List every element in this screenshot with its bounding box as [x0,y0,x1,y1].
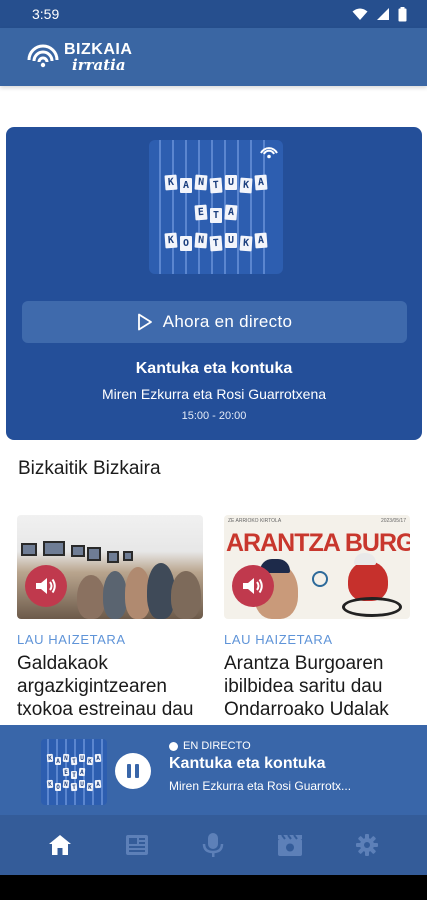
agenda-icon [278,834,303,856]
status-bar: 3:59 [0,0,427,28]
live-now-label: Ahora en directo [162,312,293,331]
news-card[interactable]: LAU HAIZETARA Galdakaok argazkigintzeare… [17,515,203,725]
cover-letter-tile: A [224,204,238,221]
cover-letter-tile: T [70,756,78,766]
nav-agenda[interactable] [268,823,312,867]
cover-letter-tile: A [94,779,102,789]
mini-player-hosts: Miren Ezkurra eta Rosi Guarrotx... [169,779,352,793]
play-icon [137,313,152,331]
cover-letter-tile: K [164,174,178,191]
bizkaia-irratia-logo[interactable]: BIZKAIA irratia [26,41,132,74]
news-category: LAU HAIZETARA [17,632,126,647]
thumbnail-kicker: ZE ARRIOKO KIRTOLA [228,518,282,524]
cover-letter-tile: O [180,236,192,251]
cover-letter-tile: A [78,767,86,777]
live-show-cover: KANTUKAETAKONTUKA [149,140,283,274]
cover-letter-tile: T [71,771,77,779]
cover-letter-tile: K [86,756,94,766]
cover-letter-tile: N [194,232,208,249]
cover-letter-tile: K [164,232,178,249]
section-title: Bizkaitik Bizkaira [18,458,161,479]
app-header: BIZKAIA irratia [0,28,427,86]
cover-letter-tile: O [55,783,61,791]
live-dot-icon [169,741,178,751]
speaker-icon [36,578,56,594]
cover-letter-tile: A [254,232,268,249]
live-show-card: KANTUKAETAKONTUKA Ahora en directo Kantu… [6,127,422,440]
microphone-icon [203,833,224,857]
cover-letter-tile: K [46,753,54,763]
speaker-icon [243,578,263,594]
radio-waves-icon [27,44,59,68]
news-title[interactable]: Arantza Burgoaren ibilbidea saritu dau O… [224,652,410,721]
cover-letter-tile: K [86,782,94,792]
cover-letter-tile: T [209,235,223,252]
logo-wordmark-bottom: irratia [72,55,126,74]
cover-letter-tile: A [180,178,192,193]
mini-player-title: Kantuka eta kontuka [169,755,326,772]
signal-icon [377,8,389,20]
status-icons [352,6,407,22]
cover-letter-tile: A [55,757,61,765]
cover-letter-tiles: KANTUKAETAKONTUKA [157,174,275,256]
thumbnail-date: 2023/05/17 [380,518,406,524]
pause-button[interactable] [115,753,151,789]
news-icon [125,835,148,855]
settings-icon [355,834,378,856]
system-gesture-bar [0,875,427,900]
live-now-button[interactable]: Ahora en directo [22,301,407,343]
cover-letter-tile: K [46,779,54,789]
thumbnail-headline: ARANTZA BURGOA [226,529,410,557]
cover-letter-tile: U [225,233,237,248]
news-thumbnail: ZE ARRIOKO KIRTOLA 2023/05/17 ARANTZA BU… [224,515,410,619]
app-screen: 3:59 BIZKAIA irratia K A N T U K A E T A… [0,0,427,900]
mini-player[interactable]: KANTUKAETAKONTUKA EN DIRECTO Kantuka eta… [0,725,427,815]
live-show-hosts: Miren Ezkurra eta Rosi Guarrotxena [101,386,327,402]
nav-news[interactable] [115,823,159,867]
news-category: LAU HAIZETARA [224,632,333,647]
cover-letter-tile: U [79,754,85,762]
audio-badge[interactable] [25,565,67,607]
cover-letter-tile: U [225,175,237,190]
news-title[interactable]: Galdakaok argazkigintzearen txokoa estre… [17,652,203,721]
pause-icon [127,764,131,778]
nav-podcasts[interactable] [191,823,235,867]
audio-badge[interactable] [232,565,274,607]
cover-letter-tile: E [194,204,208,221]
cover-letter-tile: E [62,767,70,777]
cover-letter-tile: N [62,753,70,763]
cover-letter-tile: K [239,177,253,194]
cover-letter-tile: T [70,782,78,792]
broadcast-icon [260,147,278,159]
mini-player-cover: KANTUKAETAKONTUKA [41,739,107,805]
nav-settings[interactable] [345,823,389,867]
status-time: 3:59 [32,6,60,22]
live-show-title: Kantuka eta kontuka [135,360,293,377]
cover-letter-tile: T [209,177,223,194]
cover-letter-tile: A [254,174,268,191]
news-thumbnail [17,515,203,619]
cover-letter-tile: N [62,779,70,789]
cover-letter-tile: N [194,174,208,191]
nav-home[interactable] [38,823,82,867]
live-show-time: 15:00 - 20:00 [181,410,247,422]
live-label: EN DIRECTO [183,740,251,752]
live-indicator: EN DIRECTO [169,740,251,752]
news-card[interactable]: ZE ARRIOKO KIRTOLA 2023/05/17 ARANTZA BU… [224,515,410,725]
cover-letter-tile: T [210,208,222,223]
battery-icon [398,6,407,21]
bottom-navigation [0,815,427,875]
cover-letter-tile: U [79,780,85,788]
home-icon [49,835,72,855]
wifi-icon [352,8,368,20]
cover-letter-tile: A [94,753,102,763]
cover-letter-tile: K [239,235,253,252]
